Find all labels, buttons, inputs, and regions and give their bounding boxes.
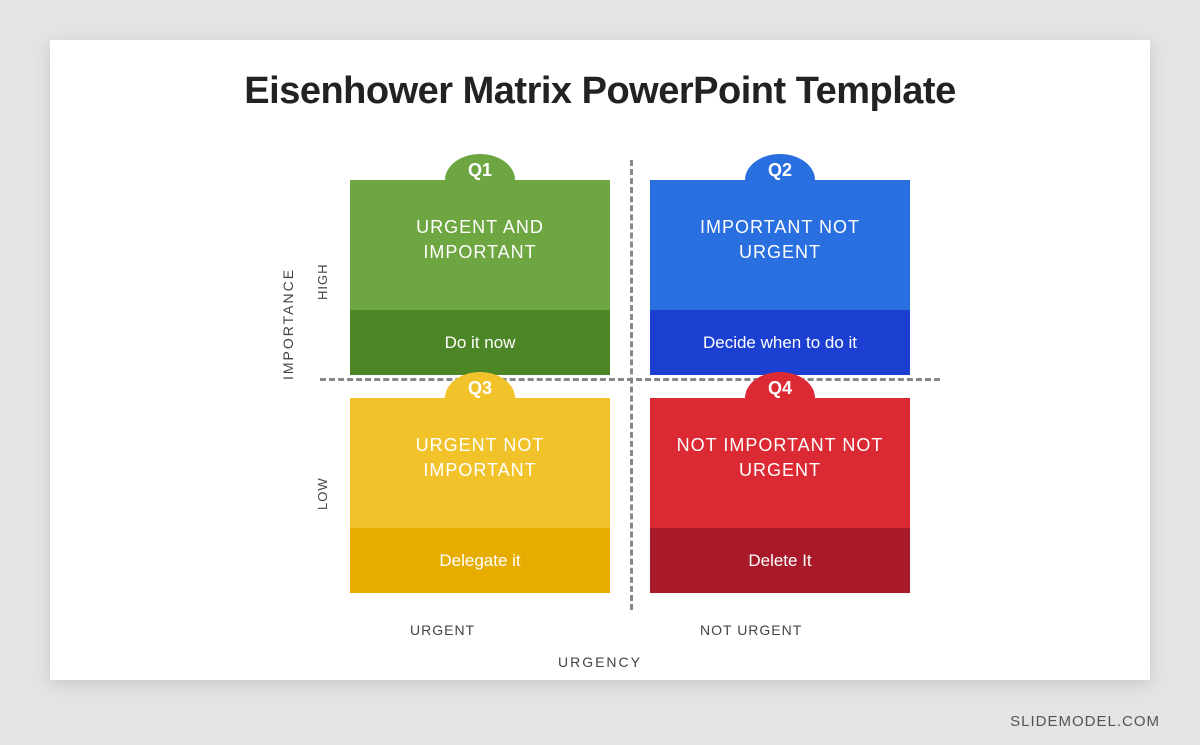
q2-body: IMPORTANT NOT URGENT	[650, 180, 910, 310]
slide-canvas: Eisenhower Matrix PowerPoint Template IM…	[50, 40, 1150, 680]
q4-label: Q4	[650, 378, 910, 399]
q4-action: Delete It	[650, 528, 910, 593]
matrix-stage: Q1 URGENT AND IMPORTANT Do it now Q2 IMP…	[320, 150, 940, 630]
brand-watermark: SLIDEMODEL.COM	[1010, 713, 1160, 730]
quadrant-q1: Q1 URGENT AND IMPORTANT Do it now	[350, 180, 610, 375]
slide-title: Eisenhower Matrix PowerPoint Template	[50, 70, 1150, 113]
q3-body: URGENT NOT IMPORTANT	[350, 398, 610, 528]
q1-action: Do it now	[350, 310, 610, 375]
q2-heading: IMPORTANT NOT URGENT	[650, 180, 910, 265]
q4-body: NOT IMPORTANT NOT URGENT	[650, 398, 910, 528]
q2-label: Q2	[650, 160, 910, 181]
q3-action: Delegate it	[350, 528, 610, 593]
quadrant-q3: Q3 URGENT NOT IMPORTANT Delegate it	[350, 398, 610, 593]
q3-label: Q3	[350, 378, 610, 399]
quadrant-q2: Q2 IMPORTANT NOT URGENT Decide when to d…	[650, 180, 910, 375]
q4-heading: NOT IMPORTANT NOT URGENT	[650, 398, 910, 483]
q1-heading: URGENT AND IMPORTANT	[350, 180, 610, 265]
x-axis-left: URGENT	[410, 622, 475, 638]
x-axis-right: NOT URGENT	[700, 622, 802, 638]
q3-heading: URGENT NOT IMPORTANT	[350, 398, 610, 483]
q1-body: URGENT AND IMPORTANT	[350, 180, 610, 310]
q2-action: Decide when to do it	[650, 310, 910, 375]
axis-divider-vertical	[630, 160, 633, 610]
quadrant-q4: Q4 NOT IMPORTANT NOT URGENT Delete It	[650, 398, 910, 593]
x-axis-label: URGENCY	[50, 654, 1150, 670]
q1-label: Q1	[350, 160, 610, 181]
y-axis-label: IMPORTANCE	[280, 268, 296, 380]
